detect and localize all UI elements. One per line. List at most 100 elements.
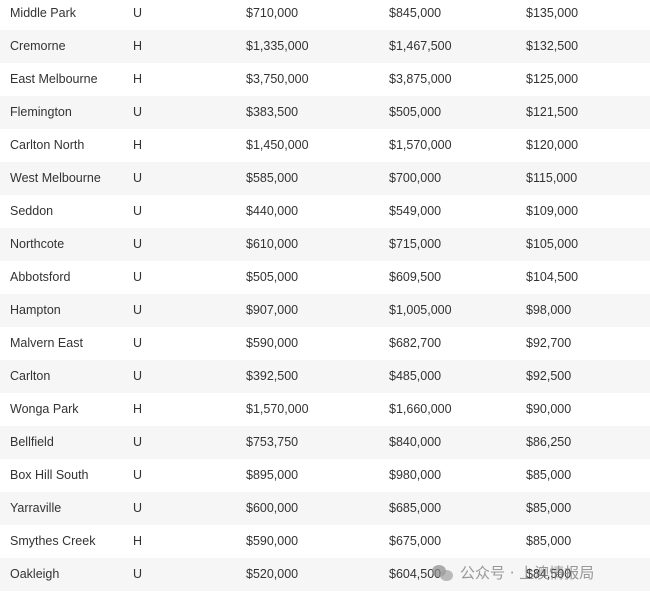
property-type-cell: U	[133, 105, 143, 119]
suburb-cell: Carlton	[10, 369, 51, 383]
wechat-icon	[432, 563, 454, 583]
current-price-cell: $1,005,000	[389, 303, 452, 317]
table-row: West Melbourne U $585,000 $700,000 $115,000	[0, 162, 650, 195]
watermark-text: 公众号 · 上澳情报局	[460, 564, 595, 582]
current-price-cell: $1,570,000	[389, 138, 452, 152]
previous-price-cell: $590,000	[246, 534, 299, 548]
suburb-cell: Abbotsford	[10, 270, 71, 284]
price-change-cell: $125,000	[526, 72, 579, 86]
current-price-cell: $1,660,000	[389, 402, 452, 416]
price-change-cell: $92,500	[526, 369, 572, 383]
suburb-price-table: Middle Park U $710,000 $845,000 $135,000 Crem…	[0, 0, 650, 591]
current-price-cell: $840,000	[389, 435, 442, 449]
previous-price-cell: $585,000	[246, 171, 299, 185]
suburb-cell: Smythes Creek	[10, 534, 96, 548]
price-change-cell: $105,000	[526, 237, 579, 251]
property-type-cell: H	[133, 39, 143, 53]
suburb-cell: Middle Park	[10, 6, 76, 20]
current-price-cell: $485,000	[389, 369, 442, 383]
suburb-cell: Wonga Park	[10, 402, 79, 416]
watermark: 公众号 · 上澳情报局	[432, 562, 594, 583]
previous-price-cell: $1,570,000	[246, 402, 309, 416]
suburb-cell: Yarraville	[10, 501, 62, 515]
property-type-cell: H	[133, 402, 143, 416]
current-price-cell: $682,700	[389, 336, 442, 350]
previous-price-cell: $392,500	[246, 369, 299, 383]
price-change-cell: $86,250	[526, 435, 572, 449]
current-price-cell: $675,000	[389, 534, 442, 548]
previous-price-cell: $590,000	[246, 336, 299, 350]
table-row: Malvern East U $590,000 $682,700 $92,700	[0, 327, 650, 360]
table-row: Northcote U $610,000 $715,000 $105,000	[0, 228, 650, 261]
suburb-cell: Flemington	[10, 105, 72, 119]
suburb-cell: Box Hill South	[10, 468, 89, 482]
table-row: Smythes Creek H $590,000 $675,000 $85,000	[0, 525, 650, 558]
property-type-cell: U	[133, 336, 143, 350]
property-type-cell: H	[133, 138, 143, 152]
suburb-cell: Malvern East	[10, 336, 83, 350]
previous-price-cell: $907,000	[246, 303, 299, 317]
price-change-cell: $120,000	[526, 138, 579, 152]
suburb-cell: Cremorne	[10, 39, 66, 53]
previous-price-cell: $895,000	[246, 468, 299, 482]
property-type-cell: U	[133, 435, 143, 449]
table-row: Carlton North H $1,450,000 $1,570,000 $120,0…	[0, 129, 650, 162]
suburb-cell: Hampton	[10, 303, 61, 317]
current-price-cell: $700,000	[389, 171, 442, 185]
property-type-cell: U	[133, 303, 143, 317]
previous-price-cell: $505,000	[246, 270, 299, 284]
table-row: Hampton U $907,000 $1,005,000 $98,000	[0, 294, 650, 327]
table-row: Wonga Park H $1,570,000 $1,660,000 $90,000	[0, 393, 650, 426]
current-price-cell: $685,000	[389, 501, 442, 515]
price-change-cell: $85,000	[526, 501, 572, 515]
property-type-cell: U	[133, 501, 143, 515]
price-change-cell: $132,500	[526, 39, 579, 53]
property-type-cell: U	[133, 369, 143, 383]
table-row: Bellfield U $753,750 $840,000 $86,250	[0, 426, 650, 459]
current-price-cell: $505,000	[389, 105, 442, 119]
property-type-cell: U	[133, 468, 143, 482]
suburb-cell: West Melbourne	[10, 171, 101, 185]
suburb-cell: Oakleigh	[10, 567, 60, 581]
table-row: East Melbourne H $3,750,000 $3,875,000 $125,…	[0, 63, 650, 96]
suburb-cell: East Melbourne	[10, 72, 98, 86]
current-price-cell: $1,467,500	[389, 39, 452, 53]
previous-price-cell: $753,750	[246, 435, 299, 449]
table-row: Middle Park U $710,000 $845,000 $135,000	[0, 0, 650, 30]
suburb-cell: Northcote	[10, 237, 65, 251]
current-price-cell: $980,000	[389, 468, 442, 482]
table-row: Carlton U $392,500 $485,000 $92,500	[0, 360, 650, 393]
current-price-cell: $715,000	[389, 237, 442, 251]
price-change-cell: $135,000	[526, 6, 579, 20]
table-row: Flemington U $383,500 $505,000 $121,500	[0, 96, 650, 129]
current-price-cell: $3,875,000	[389, 72, 452, 86]
table-row: Box Hill South U $895,000 $980,000 $85,000	[0, 459, 650, 492]
price-change-cell: $98,000	[526, 303, 572, 317]
table-row: Abbotsford U $505,000 $609,500 $104,500	[0, 261, 650, 294]
previous-price-cell: $520,000	[246, 567, 299, 581]
price-change-cell: $121,500	[526, 105, 579, 119]
property-type-cell: U	[133, 204, 143, 218]
property-type-cell: U	[133, 567, 143, 581]
previous-price-cell: $3,750,000	[246, 72, 309, 86]
property-type-cell: H	[133, 72, 143, 86]
current-price-cell: $845,000	[389, 6, 442, 20]
price-change-cell: $115,000	[526, 171, 578, 185]
price-change-cell: $104,500	[526, 270, 579, 284]
table-row: Cremorne H $1,335,000 $1,467,500 $132,500	[0, 30, 650, 63]
previous-price-cell: $440,000	[246, 204, 299, 218]
price-change-cell: $109,000	[526, 204, 579, 218]
price-change-cell: $90,000	[526, 402, 572, 416]
property-type-cell: U	[133, 237, 143, 251]
table-row: Yarraville U $600,000 $685,000 $85,000	[0, 492, 650, 525]
suburb-cell: Bellfield	[10, 435, 54, 449]
current-price-cell: $609,500	[389, 270, 442, 284]
property-type-cell: U	[133, 6, 143, 20]
previous-price-cell: $600,000	[246, 501, 299, 515]
suburb-cell: Seddon	[10, 204, 54, 218]
property-type-cell: U	[133, 270, 143, 284]
previous-price-cell: $610,000	[246, 237, 299, 251]
previous-price-cell: $383,500	[246, 105, 299, 119]
table-row: Seddon U $440,000 $549,000 $109,000	[0, 195, 650, 228]
price-change-cell: $92,700	[526, 336, 572, 350]
